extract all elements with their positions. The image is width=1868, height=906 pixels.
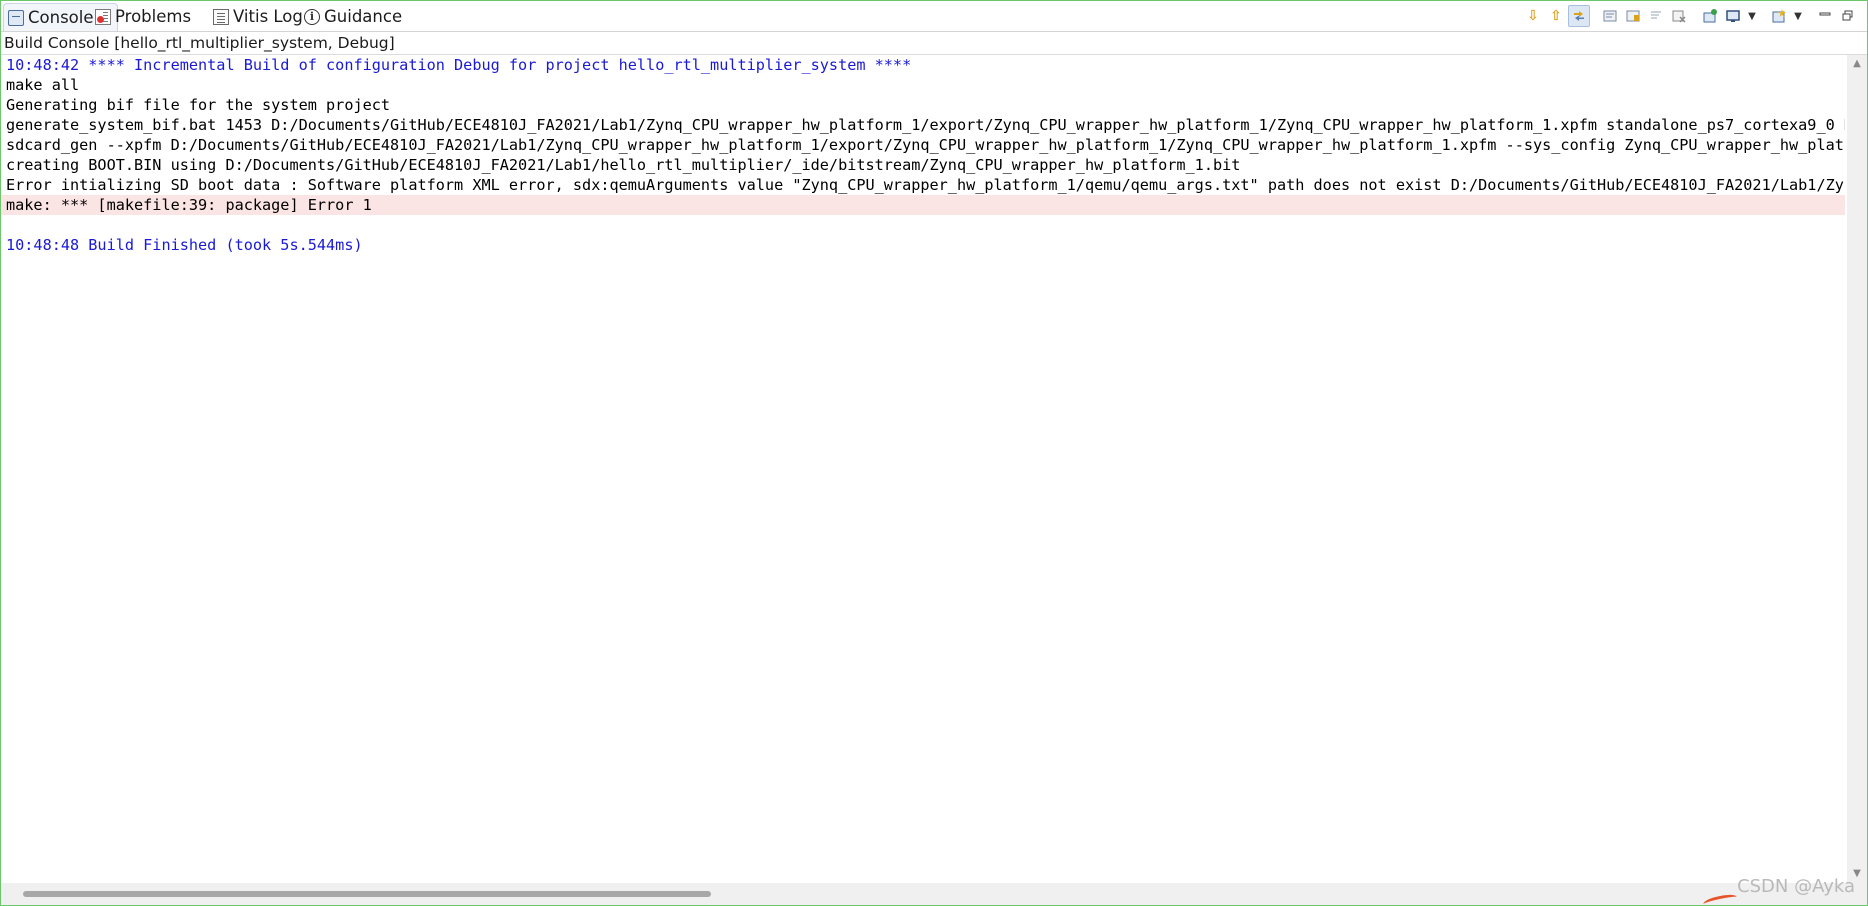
tab-guidance-label: Guidance (324, 7, 403, 26)
word-wrap-icon[interactable] (1645, 5, 1667, 27)
clear-console-icon[interactable] (1599, 5, 1621, 27)
maximize-icon[interactable] (1837, 5, 1859, 27)
console-toolbar: ⇩ ⇧ ▼ ▼ (1521, 5, 1859, 27)
console-icon (8, 9, 24, 26)
pin-console-icon[interactable] (1699, 5, 1721, 27)
info-icon: i (304, 8, 320, 25)
console-line: sdcard_gen --xpfm D:/Documents/GitHub/EC… (6, 136, 1845, 154)
tab-console-label: Console (28, 8, 94, 27)
tab-vitis-log-label: Vitis Log (233, 7, 303, 26)
horizontal-scroll-thumb[interactable] (23, 891, 711, 897)
dropdown-icon[interactable]: ▼ (1745, 5, 1759, 27)
open-console-icon[interactable] (1768, 5, 1790, 27)
vertical-scrollbar[interactable]: ▲ ▼ (1847, 55, 1867, 883)
tab-vitis-log[interactable]: Vitis Log (213, 3, 303, 30)
console-view: Console ✕ Problems Vitis Log i Guidance … (0, 0, 1868, 906)
tab-guidance[interactable]: i Guidance (304, 3, 402, 30)
console-error-line: make: *** [makefile:39: package] Error 1 (1, 195, 1845, 215)
problems-icon (95, 8, 111, 25)
tab-problems[interactable]: Problems (95, 3, 191, 30)
link-icon[interactable] (1568, 5, 1590, 27)
previous-item-icon[interactable]: ⇧ (1545, 5, 1567, 27)
console-output[interactable]: 10:48:42 **** Incremental Build of confi… (1, 55, 1845, 883)
dropdown-icon[interactable]: ▼ (1791, 5, 1805, 27)
console-title: Build Console [hello_rtl_multiplier_syst… (4, 34, 395, 52)
tab-problems-label: Problems (115, 7, 192, 26)
console-line: Error intializing SD boot data : Softwar… (6, 176, 1845, 194)
view-tab-bar: Console ✕ Problems Vitis Log i Guidance … (1, 1, 1867, 32)
scroll-lock-icon[interactable] (1622, 5, 1644, 27)
minimize-icon[interactable] (1814, 5, 1836, 27)
console-line: make all (6, 76, 80, 94)
scroll-up-icon[interactable]: ▲ (1847, 55, 1867, 73)
log-icon (213, 8, 229, 25)
remove-launch-icon[interactable] (1668, 5, 1690, 27)
console-line: 10:48:48 Build Finished (took 5s.544ms) (6, 236, 363, 254)
next-item-icon[interactable]: ⇩ (1522, 5, 1544, 27)
watermark: CSDN @Ayka (1737, 876, 1855, 897)
display-console-icon[interactable] (1722, 5, 1744, 27)
horizontal-scrollbar[interactable] (1, 883, 1867, 905)
console-line: 10:48:42 **** Incremental Build of confi… (6, 56, 912, 74)
console-line: Generating bif file for the system proje… (6, 96, 391, 114)
console-line: creating BOOT.BIN using D:/Documents/Git… (6, 156, 1241, 174)
console-line: generate_system_bif.bat 1453 D:/Document… (6, 116, 1845, 134)
